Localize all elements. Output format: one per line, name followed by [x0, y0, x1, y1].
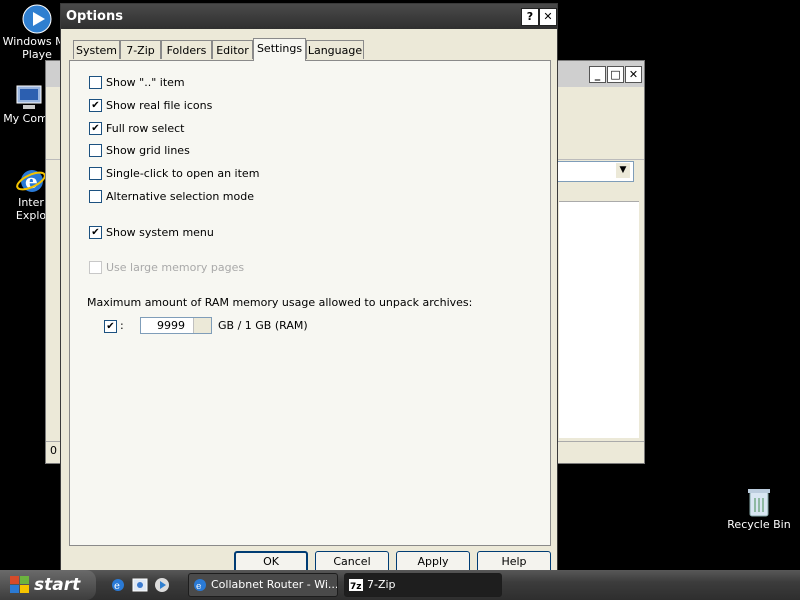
file-list[interactable]: [559, 202, 639, 438]
tab-folders[interactable]: Folders: [161, 40, 212, 59]
checkbox[interactable]: ✔: [89, 122, 102, 135]
taskbar-button-collabnet-router[interactable]: e Collabnet Router - Wi...: [188, 573, 338, 597]
internet-explorer-icon: e: [194, 579, 206, 592]
chevron-down-icon[interactable]: ▼: [616, 163, 630, 178]
tab-system[interactable]: System: [73, 40, 120, 59]
media-player-icon[interactable]: [154, 577, 170, 593]
options-dialog[interactable]: Options ? ✕ System 7-Zip Folders Editor …: [60, 3, 558, 573]
recycle-bin-icon: [748, 489, 770, 517]
taskbar: start e e Collabnet Router - Wi... 7z 7-…: [0, 570, 800, 600]
option-label: Full row select: [106, 122, 185, 135]
close-icon[interactable]: ✕: [625, 66, 642, 83]
column-header[interactable]: [559, 185, 639, 202]
start-label: start: [34, 575, 81, 595]
option-label: Single-click to open an item: [106, 167, 260, 180]
option-label: Use large memory pages: [106, 261, 245, 274]
windows-logo-icon: [10, 576, 29, 593]
checkbox[interactable]: [89, 144, 102, 157]
internet-explorer-icon: e: [16, 169, 46, 193]
tab-settings[interactable]: Settings: [253, 38, 306, 61]
ram-limit-value[interactable]: 9999: [157, 319, 185, 332]
tab-7zip[interactable]: 7-Zip: [120, 40, 161, 59]
close-icon[interactable]: ✕: [539, 8, 557, 26]
show-desktop-icon[interactable]: [132, 577, 148, 593]
help-icon[interactable]: ?: [521, 8, 539, 26]
dialog-title: Options: [66, 9, 123, 24]
option-label: Alternative selection mode: [106, 190, 254, 203]
ram-limit-label: Maximum amount of RAM memory usage allow…: [87, 296, 473, 309]
tab-language[interactable]: Language: [306, 40, 364, 59]
svg-text:e: e: [196, 582, 201, 592]
option-label: Show grid lines: [106, 144, 190, 157]
checkbox[interactable]: ✔: [89, 99, 102, 112]
checkbox[interactable]: [89, 190, 102, 203]
settings-panel: Show ".." item ✔ Show real file icons ✔ …: [69, 60, 551, 546]
ram-colon: :: [120, 319, 124, 332]
task-label: 7-Zip: [367, 578, 396, 591]
checkbox: [89, 261, 102, 274]
desktop-icon-recycle-bin[interactable]: Recycle Bin: [724, 486, 794, 531]
taskbar-button-7zip[interactable]: 7z 7-Zip: [344, 573, 502, 597]
checkbox[interactable]: ✔: [89, 226, 102, 239]
maximize-icon[interactable]: □: [607, 66, 624, 83]
task-label: Collabnet Router - Wi...: [211, 578, 338, 591]
ram-limit-spinner[interactable]: 9999: [140, 317, 212, 334]
start-button[interactable]: start: [0, 570, 96, 600]
option-label: Show system menu: [106, 226, 214, 239]
svg-text:7z: 7z: [350, 582, 362, 592]
svg-text:e: e: [114, 581, 120, 592]
internet-explorer-icon[interactable]: e: [110, 577, 126, 593]
ram-limit-unit: GB / 1 GB (RAM): [218, 319, 308, 332]
dialog-titlebar[interactable]: Options: [61, 4, 557, 29]
7zip-icon: 7z: [349, 579, 363, 592]
ram-limit-checkbox[interactable]: ✔: [104, 320, 117, 333]
checkbox[interactable]: [89, 167, 102, 180]
spinner-arrows-icon[interactable]: [193, 318, 211, 333]
minimize-icon[interactable]: _: [589, 66, 606, 83]
windows-media-player-icon: [22, 4, 52, 34]
my-computer-icon: [16, 85, 42, 109]
option-label: Show real file icons: [106, 99, 213, 112]
option-label: Show ".." item: [106, 76, 185, 89]
desktop-icon-label: Recycle Bin: [727, 518, 791, 531]
tab-editor[interactable]: Editor: [212, 40, 253, 59]
checkbox[interactable]: [89, 76, 102, 89]
